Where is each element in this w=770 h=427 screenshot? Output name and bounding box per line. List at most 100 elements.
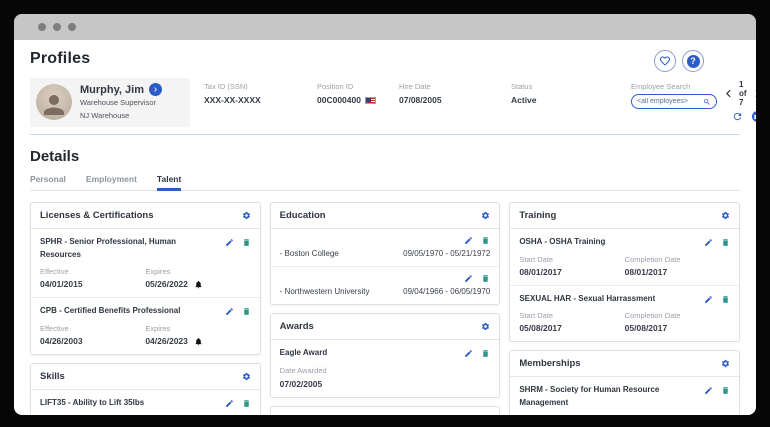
item-name: SHRM - Society for Human Resource Manage…	[519, 384, 669, 410]
search-box[interactable]	[631, 94, 717, 109]
details-tabs: Personal Employment Talent	[30, 174, 740, 191]
field-value: 07/02/2005	[280, 379, 491, 389]
gear-icon[interactable]	[721, 359, 730, 368]
item-name: SEXUAL HAR - Sexual Harrassment	[519, 293, 655, 306]
field-label: Hire Date	[399, 82, 511, 91]
titlebar-dot	[38, 23, 46, 31]
next-record-button[interactable]	[750, 86, 756, 101]
delete-button[interactable]	[721, 238, 730, 247]
chevron-left-icon	[721, 86, 736, 101]
award-item: Eagle Award Date Awarded 07/02/2005	[271, 340, 500, 397]
pager-count: 1 of 7	[739, 80, 747, 107]
field-value: 05/08/2017	[625, 323, 730, 333]
gear-icon[interactable]	[481, 211, 490, 220]
pencil-icon	[704, 386, 713, 395]
field-value: XXX-XX-XXXX	[204, 95, 317, 105]
trash-icon	[481, 236, 490, 245]
field-value: 08/01/2017	[519, 267, 624, 277]
divider	[30, 134, 740, 135]
field-label: Start Date	[519, 311, 624, 320]
titlebar-dot	[53, 23, 61, 31]
skills-card: Skills LIFT35 - Ability to Lift 35lbs	[30, 363, 261, 415]
help-button[interactable]: ?	[682, 50, 704, 72]
attendance-dates: 09/04/1966 - 06/05/1970	[403, 287, 490, 296]
school-name: - Northwestern University	[280, 287, 370, 296]
chevron-right-icon	[750, 86, 756, 101]
delete-button[interactable]	[242, 238, 251, 247]
gear-icon[interactable]	[481, 322, 490, 331]
open-employee-icon[interactable]	[149, 83, 162, 96]
refresh-button[interactable]	[732, 111, 743, 122]
gear-icon[interactable]	[242, 372, 251, 381]
field-value: 04/26/2003	[40, 336, 145, 346]
app-window: Profiles ? Murphy, Jim	[14, 14, 756, 415]
edit-button[interactable]	[464, 236, 473, 245]
edit-button[interactable]	[464, 349, 473, 358]
delete-button[interactable]	[242, 399, 251, 408]
avatar	[36, 84, 72, 120]
field-value: 05/08/2017	[519, 323, 624, 333]
training-card: Training OSHA - OSHA Training	[509, 202, 740, 343]
person-icon	[39, 90, 69, 120]
question-icon: ?	[687, 55, 700, 68]
delete-button[interactable]	[481, 274, 490, 283]
employee-job-title: Warehouse Supervisor	[80, 98, 162, 109]
edit-button[interactable]	[704, 295, 713, 304]
card-title: Languages	[280, 414, 330, 415]
trash-icon	[242, 399, 251, 408]
search-icon	[703, 98, 711, 106]
gear-icon[interactable]	[721, 211, 730, 220]
trash-icon	[481, 274, 490, 283]
field-value: 04/26/2023	[145, 336, 188, 346]
delete-button[interactable]	[242, 307, 251, 316]
languages-card: Languages	[270, 406, 501, 415]
search-input[interactable]	[637, 98, 701, 105]
education-item: - Boston College 09/05/1970 - 05/21/1972	[271, 229, 500, 266]
delete-button[interactable]	[721, 386, 730, 395]
training-item: OSHA - OSHA Training Start Date 08/01/20…	[510, 229, 739, 285]
tab-employment[interactable]: Employment	[86, 174, 137, 190]
delete-button[interactable]	[481, 349, 490, 358]
employee-card: Murphy, Jim Warehouse Supervisor NJ Ware…	[30, 78, 190, 127]
heart-icon	[659, 55, 671, 67]
gear-icon[interactable]	[242, 211, 251, 220]
school-name: - Boston College	[280, 249, 339, 258]
license-item: CPB - Certified Benefits Professional Ef…	[31, 297, 260, 354]
edit-button[interactable]	[464, 274, 473, 283]
field-label: Effective	[40, 324, 145, 333]
edit-button[interactable]	[225, 238, 234, 247]
refresh-icon	[732, 111, 743, 122]
talent-cards-grid: Licenses & Certifications SPHR - Senior …	[30, 202, 740, 415]
delete-button[interactable]	[721, 295, 730, 304]
pencil-icon	[464, 274, 473, 283]
skill-item: LIFT35 - Ability to Lift 35lbs Date Acqu…	[31, 390, 260, 415]
edit-button[interactable]	[704, 238, 713, 247]
field-value: 05/26/2022	[145, 279, 188, 289]
item-name: SPHR - Senior Professional, Human Resour…	[40, 236, 190, 262]
card-title: Memberships	[519, 358, 580, 369]
delete-button[interactable]	[481, 236, 490, 245]
education-card: Education - Boston College 09/05/1970 - …	[270, 202, 501, 305]
edit-button[interactable]	[225, 307, 234, 316]
field-label: Date Awarded	[280, 366, 491, 375]
item-name: CPB - Certified Benefits Professional	[40, 305, 180, 318]
field-status: Status Active	[511, 78, 631, 105]
edit-button[interactable]	[225, 399, 234, 408]
us-flag-icon	[365, 97, 376, 104]
header-actions: ?	[654, 50, 704, 72]
card-title: Licenses & Certifications	[40, 210, 154, 221]
tab-personal[interactable]: Personal	[30, 174, 66, 190]
licenses-card: Licenses & Certifications SPHR - Senior …	[30, 202, 261, 355]
tab-talent[interactable]: Talent	[157, 174, 181, 190]
pencil-icon	[704, 295, 713, 304]
card-title: Skills	[40, 371, 65, 382]
pencil-icon	[704, 238, 713, 247]
field-label: Expires	[145, 267, 250, 276]
prev-record-button[interactable]	[721, 86, 736, 101]
membership-item: SHRM - Society for Human Resource Manage…	[510, 377, 739, 415]
settings-button[interactable]	[752, 111, 756, 122]
edit-button[interactable]	[704, 386, 713, 395]
field-label: Completion Date	[625, 311, 730, 320]
pencil-icon	[225, 399, 234, 408]
favorite-button[interactable]	[654, 50, 676, 72]
